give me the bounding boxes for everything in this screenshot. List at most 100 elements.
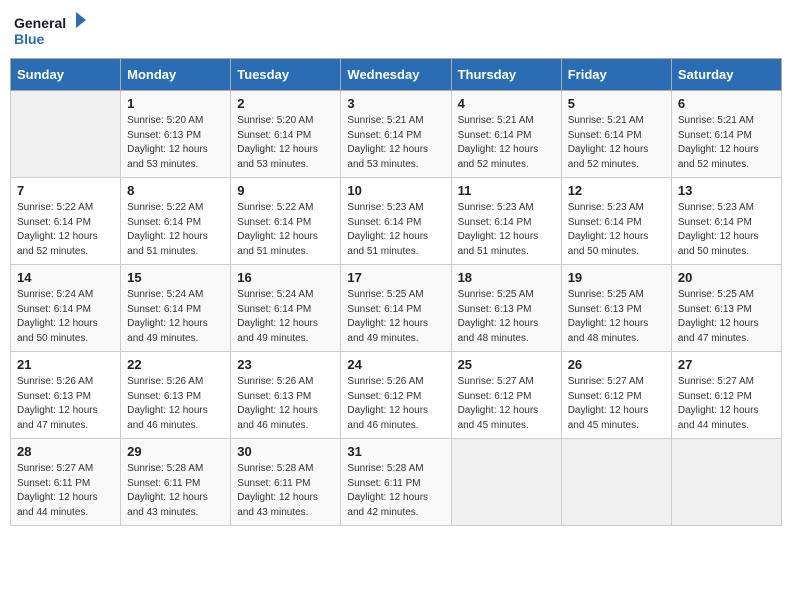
calendar-cell: 23 Sunrise: 5:26 AMSunset: 6:13 PMDayligh… [231, 352, 341, 439]
day-number: 11 [458, 183, 555, 198]
week-row-2: 7 Sunrise: 5:22 AMSunset: 6:14 PMDaylight… [11, 178, 782, 265]
calendar-cell: 21Sunrise: 5:26 AMSunset: 6:13 PMDayligh… [11, 352, 121, 439]
svg-text:General: General [14, 15, 66, 31]
col-header-friday: Friday [561, 59, 671, 91]
day-number: 5 [568, 96, 665, 111]
calendar-cell: 2 Sunrise: 5:20 AMSunset: 6:14 PMDaylight… [231, 91, 341, 178]
day-number: 3 [347, 96, 444, 111]
day-info: Sunrise: 5:26 AMSunset: 6:12 PMDaylight:… [347, 375, 444, 433]
calendar-cell: 18 Sunrise: 5:25 AMSunset: 6:13 PMDayligh… [451, 265, 561, 352]
col-header-wednesday: Wednesday [341, 59, 451, 91]
calendar-cell: 25 Sunrise: 5:27 AMSunset: 6:12 PMDayligh… [451, 352, 561, 439]
day-info: Sunrise: 5:26 AMSunset: 6:13 PMDaylight:… [127, 375, 224, 433]
day-number: 19 [568, 270, 665, 285]
day-number: 29 [127, 444, 224, 459]
day-info: Sunrise: 5:23 AMSunset: 6:14 PMDaylight:… [568, 201, 665, 259]
day-number: 2 [237, 96, 334, 111]
day-info: Sunrise: 5:27 AMSunset: 6:12 PMDaylight:… [458, 375, 555, 433]
calendar-cell: 29 Sunrise: 5:28 AMSunset: 6:11 PMDayligh… [121, 439, 231, 526]
day-number: 16 [237, 270, 334, 285]
day-info: Sunrise: 5:27 AMSunset: 6:11 PMDaylight:… [17, 462, 114, 520]
day-info: Sunrise: 5:24 AMSunset: 6:14 PMDaylight:… [237, 288, 334, 346]
day-number: 8 [127, 183, 224, 198]
calendar-cell: 26 Sunrise: 5:27 AMSunset: 6:12 PMDayligh… [561, 352, 671, 439]
logo-svg: General Blue [14, 10, 94, 50]
calendar-cell [451, 439, 561, 526]
day-info: Sunrise: 5:23 AMSunset: 6:14 PMDaylight:… [347, 201, 444, 259]
day-info: Sunrise: 5:21 AMSunset: 6:14 PMDaylight:… [568, 114, 665, 172]
calendar-cell: 5 Sunrise: 5:21 AMSunset: 6:14 PMDaylight… [561, 91, 671, 178]
calendar-cell: 1Sunrise: 5:20 AMSunset: 6:13 PMDaylight… [121, 91, 231, 178]
col-header-thursday: Thursday [451, 59, 561, 91]
col-header-saturday: Saturday [671, 59, 781, 91]
calendar-cell: 24 Sunrise: 5:26 AMSunset: 6:12 PMDayligh… [341, 352, 451, 439]
day-number: 18 [458, 270, 555, 285]
col-header-monday: Monday [121, 59, 231, 91]
day-info: Sunrise: 5:28 AMSunset: 6:11 PMDaylight:… [347, 462, 444, 520]
day-info: Sunrise: 5:25 AMSunset: 6:13 PMDaylight:… [678, 288, 775, 346]
day-number: 13 [678, 183, 775, 198]
day-info: Sunrise: 5:21 AMSunset: 6:14 PMDaylight:… [458, 114, 555, 172]
day-number: 30 [237, 444, 334, 459]
day-info: Sunrise: 5:23 AMSunset: 6:14 PMDaylight:… [458, 201, 555, 259]
day-info: Sunrise: 5:20 AMSunset: 6:13 PMDaylight:… [127, 114, 224, 172]
calendar-table: SundayMondayTuesdayWednesdayThursdayFrid… [10, 58, 782, 526]
calendar-cell: 4Sunrise: 5:21 AMSunset: 6:14 PMDaylight… [451, 91, 561, 178]
day-info: Sunrise: 5:23 AMSunset: 6:14 PMDaylight:… [678, 201, 775, 259]
col-header-sunday: Sunday [11, 59, 121, 91]
col-header-tuesday: Tuesday [231, 59, 341, 91]
calendar-cell: 30 Sunrise: 5:28 AMSunset: 6:11 PMDayligh… [231, 439, 341, 526]
day-number: 7 [17, 183, 114, 198]
day-number: 26 [568, 357, 665, 372]
calendar-cell: 28 Sunrise: 5:27 AMSunset: 6:11 PMDayligh… [11, 439, 121, 526]
calendar-cell: 15 Sunrise: 5:24 AMSunset: 6:14 PMDayligh… [121, 265, 231, 352]
calendar-cell [671, 439, 781, 526]
day-number: 31 [347, 444, 444, 459]
calendar-cell [561, 439, 671, 526]
svg-text:Blue: Blue [14, 31, 45, 47]
calendar-cell: 27 Sunrise: 5:27 AMSunset: 6:12 PMDayligh… [671, 352, 781, 439]
calendar-cell: 17Sunrise: 5:25 AMSunset: 6:14 PMDayligh… [341, 265, 451, 352]
day-number: 22 [127, 357, 224, 372]
day-info: Sunrise: 5:24 AMSunset: 6:14 PMDaylight:… [17, 288, 114, 346]
day-info: Sunrise: 5:20 AMSunset: 6:14 PMDaylight:… [237, 114, 334, 172]
day-info: Sunrise: 5:25 AMSunset: 6:13 PMDaylight:… [458, 288, 555, 346]
day-number: 10 [347, 183, 444, 198]
day-number: 28 [17, 444, 114, 459]
day-info: Sunrise: 5:27 AMSunset: 6:12 PMDaylight:… [678, 375, 775, 433]
day-info: Sunrise: 5:21 AMSunset: 6:14 PMDaylight:… [347, 114, 444, 172]
calendar-cell: 9Sunrise: 5:22 AMSunset: 6:14 PMDaylight… [231, 178, 341, 265]
calendar-cell: 10 Sunrise: 5:23 AMSunset: 6:14 PMDayligh… [341, 178, 451, 265]
week-row-4: 21Sunrise: 5:26 AMSunset: 6:13 PMDayligh… [11, 352, 782, 439]
day-number: 20 [678, 270, 775, 285]
day-info: Sunrise: 5:21 AMSunset: 6:14 PMDaylight:… [678, 114, 775, 172]
calendar-cell: 12Sunrise: 5:23 AMSunset: 6:14 PMDayligh… [561, 178, 671, 265]
day-number: 27 [678, 357, 775, 372]
calendar-cell: 13 Sunrise: 5:23 AMSunset: 6:14 PMDayligh… [671, 178, 781, 265]
day-number: 6 [678, 96, 775, 111]
week-row-5: 28 Sunrise: 5:27 AMSunset: 6:11 PMDayligh… [11, 439, 782, 526]
calendar-cell: 3 Sunrise: 5:21 AMSunset: 6:14 PMDaylight… [341, 91, 451, 178]
day-info: Sunrise: 5:28 AMSunset: 6:11 PMDaylight:… [237, 462, 334, 520]
day-info: Sunrise: 5:22 AMSunset: 6:14 PMDaylight:… [17, 201, 114, 259]
day-info: Sunrise: 5:27 AMSunset: 6:12 PMDaylight:… [568, 375, 665, 433]
header-row: SundayMondayTuesdayWednesdayThursdayFrid… [11, 59, 782, 91]
calendar-cell: 14Sunrise: 5:24 AMSunset: 6:14 PMDayligh… [11, 265, 121, 352]
day-number: 23 [237, 357, 334, 372]
calendar-cell: 22 Sunrise: 5:26 AMSunset: 6:13 PMDayligh… [121, 352, 231, 439]
logo: General Blue [14, 10, 94, 50]
calendar-cell: 6 Sunrise: 5:21 AMSunset: 6:14 PMDaylight… [671, 91, 781, 178]
header: General Blue [10, 10, 782, 50]
day-number: 15 [127, 270, 224, 285]
day-info: Sunrise: 5:22 AMSunset: 6:14 PMDaylight:… [237, 201, 334, 259]
week-row-1: 1Sunrise: 5:20 AMSunset: 6:13 PMDaylight… [11, 91, 782, 178]
day-info: Sunrise: 5:26 AMSunset: 6:13 PMDaylight:… [237, 375, 334, 433]
day-info: Sunrise: 5:25 AMSunset: 6:13 PMDaylight:… [568, 288, 665, 346]
day-info: Sunrise: 5:28 AMSunset: 6:11 PMDaylight:… [127, 462, 224, 520]
calendar-cell: 20 Sunrise: 5:25 AMSunset: 6:13 PMDayligh… [671, 265, 781, 352]
day-number: 25 [458, 357, 555, 372]
day-number: 24 [347, 357, 444, 372]
calendar-cell: 11 Sunrise: 5:23 AMSunset: 6:14 PMDayligh… [451, 178, 561, 265]
day-info: Sunrise: 5:24 AMSunset: 6:14 PMDaylight:… [127, 288, 224, 346]
calendar-cell: 8Sunrise: 5:22 AMSunset: 6:14 PMDaylight… [121, 178, 231, 265]
